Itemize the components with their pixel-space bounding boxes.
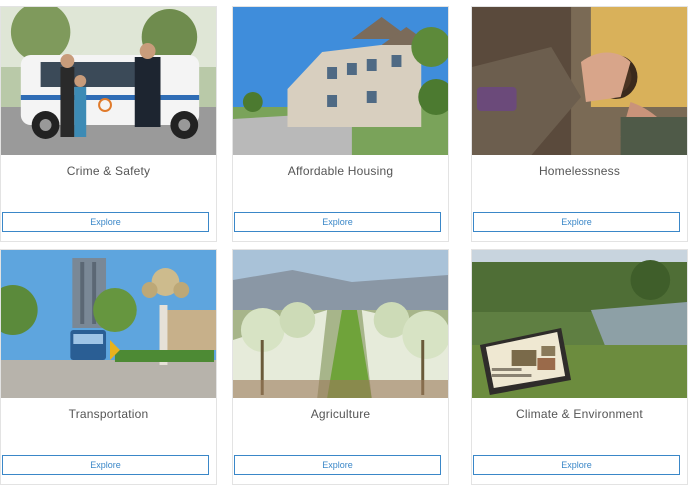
explore-button[interactable]: Explore [2, 455, 209, 475]
card-homelessness[interactable]: Homelessness Explore [471, 6, 688, 242]
explore-button[interactable]: Explore [234, 212, 441, 232]
card-title: Affordable Housing [287, 164, 394, 178]
agriculture-image[interactable] [233, 250, 448, 398]
card-transportation[interactable]: Transportation Explore [0, 249, 217, 485]
homelessness-image[interactable] [472, 7, 687, 155]
card-title: Climate & Environment [516, 407, 643, 421]
affordable-housing-image[interactable] [233, 7, 448, 155]
card-title: Agriculture [310, 407, 371, 421]
card-title: Homelessness [538, 164, 621, 178]
card-climate-environment[interactable]: Climate & Environment Explore [471, 249, 688, 485]
card-agriculture[interactable]: Agriculture Explore [232, 249, 449, 485]
card-title: Crime & Safety [66, 164, 151, 178]
explore-button[interactable]: Explore [473, 455, 680, 475]
transportation-image[interactable] [1, 250, 216, 398]
crime-safety-image[interactable] [1, 7, 216, 155]
explore-button[interactable]: Explore [234, 455, 441, 475]
card-title: Transportation [68, 407, 149, 421]
explore-button[interactable]: Explore [2, 212, 209, 232]
climate-environment-image[interactable] [472, 250, 687, 398]
explore-button[interactable]: Explore [473, 212, 680, 232]
card-crime-safety[interactable]: Crime & Safety Explore [0, 6, 217, 242]
card-affordable-housing[interactable]: Affordable Housing Explore [232, 6, 449, 242]
